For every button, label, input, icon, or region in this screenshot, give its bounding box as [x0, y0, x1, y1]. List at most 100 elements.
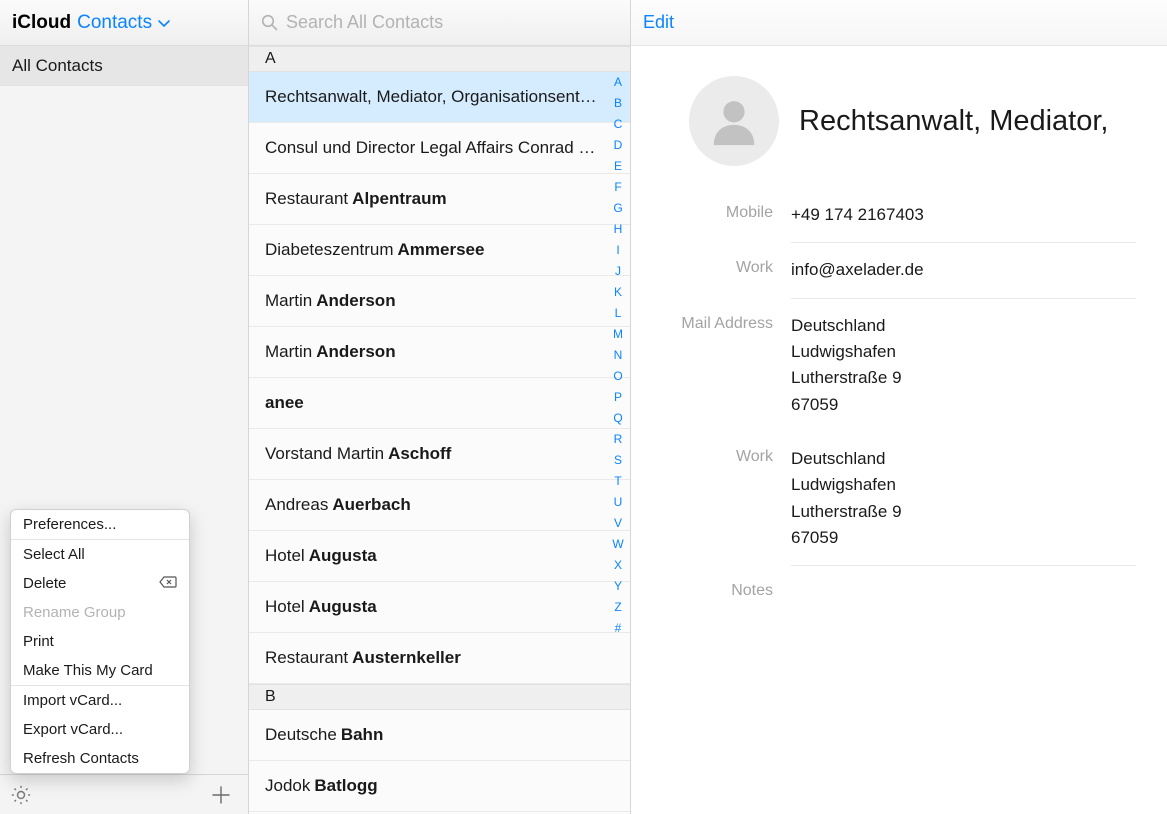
- popup-make-my-card[interactable]: Make This My Card: [11, 656, 189, 685]
- search-icon: [261, 14, 278, 31]
- contact-row[interactable]: HotelAugusta: [249, 531, 630, 582]
- alpha-index-letter[interactable]: R: [614, 433, 623, 445]
- backspace-icon: [159, 575, 177, 592]
- popup-refresh[interactable]: Refresh Contacts: [11, 744, 189, 773]
- contacts-list[interactable]: A Rechtsanwalt, Mediator, Organisationsen…: [249, 46, 630, 814]
- alpha-index-letter[interactable]: E: [614, 160, 622, 172]
- popup-preferences[interactable]: Preferences...: [11, 510, 189, 539]
- contact-row[interactable]: DeutscheBahn: [249, 710, 630, 761]
- sidebar-item-all-contacts[interactable]: All Contacts: [0, 46, 248, 86]
- contact-field-label: Work: [631, 446, 791, 466]
- edit-button[interactable]: Edit: [643, 12, 674, 33]
- contact-row[interactable]: anee: [249, 378, 630, 429]
- alpha-index-letter[interactable]: M: [613, 328, 623, 340]
- contact-field-label: Mobile: [631, 202, 791, 222]
- contact-last-label: Auerbach: [332, 495, 410, 515]
- contact-row[interactable]: RestaurantAusternkeller: [249, 633, 630, 684]
- popup-print[interactable]: Print: [11, 627, 189, 656]
- contact-field-value: Deutschland Ludwigshafen Lutherstraße 9 …: [791, 313, 1167, 432]
- popup-delete[interactable]: Delete: [11, 569, 189, 598]
- contact-field: WorkDeutschland Ludwigshafen Lutherstraß…: [631, 446, 1167, 566]
- contact-name-label: Consul und Director Legal Affairs Conrad…: [265, 138, 595, 158]
- section-header: B: [249, 684, 630, 710]
- contact-row[interactable]: HotelAugusta: [249, 582, 630, 633]
- gear-icon[interactable]: [10, 784, 32, 806]
- alpha-index-letter[interactable]: Z: [614, 601, 621, 613]
- alpha-index-letter[interactable]: T: [614, 475, 621, 487]
- contact-field-value: info@axelader.de: [791, 257, 1136, 298]
- alpha-index-letter[interactable]: A: [614, 76, 622, 88]
- alpha-index-letter[interactable]: #: [615, 622, 622, 634]
- contact-field: Notes: [631, 580, 1167, 600]
- contact-last-label: Bahn: [341, 725, 384, 745]
- popup-item-label: Refresh Contacts: [23, 750, 139, 767]
- alpha-index-letter[interactable]: Y: [614, 580, 622, 592]
- contact-first-label: Martin: [265, 291, 312, 311]
- contact-row[interactable]: JodokBatlogg: [249, 761, 630, 812]
- detail-header: Edit: [631, 0, 1167, 46]
- contact-last-label: Anderson: [316, 291, 395, 311]
- contact-last-label: Aschoff: [388, 444, 451, 464]
- sidebar-title-icloud: iCloud: [12, 12, 71, 34]
- alpha-index-letter[interactable]: U: [614, 496, 623, 508]
- search-bar[interactable]: [249, 0, 630, 46]
- alpha-index-letter[interactable]: W: [612, 538, 623, 550]
- alpha-index-letter[interactable]: I: [616, 244, 619, 256]
- popup-export-vcard[interactable]: Export vCard...: [11, 715, 189, 744]
- contact-row[interactable]: AndreasAuerbach: [249, 480, 630, 531]
- popup-item-label: Select All: [23, 546, 85, 563]
- sidebar-item-label: All Contacts: [12, 56, 103, 76]
- contact-first-label: Andreas: [265, 495, 328, 515]
- contact-row[interactable]: Rechtsanwalt, Mediator, Organisationsent…: [249, 72, 630, 123]
- contact-row[interactable]: MartinAnderson: [249, 327, 630, 378]
- contact-row[interactable]: Vorstand MartinAschoff: [249, 429, 630, 480]
- contact-row[interactable]: DiabeteszentrumAmmersee: [249, 225, 630, 276]
- contact-last-label: Augusta: [309, 597, 377, 617]
- contact-row[interactable]: RestaurantAlpentraum: [249, 174, 630, 225]
- contact-first-label: Jodok: [265, 776, 310, 796]
- alpha-index-letter[interactable]: Q: [613, 412, 622, 424]
- plus-icon[interactable]: [210, 784, 232, 806]
- alpha-index-letter[interactable]: G: [613, 202, 622, 214]
- contact-row[interactable]: MartinAnderson: [249, 276, 630, 327]
- popup-item-label: Import vCard...: [23, 692, 122, 709]
- alpha-index-letter[interactable]: P: [614, 391, 622, 403]
- alpha-index-letter[interactable]: C: [614, 118, 623, 130]
- alpha-index-letter[interactable]: K: [614, 286, 622, 298]
- contact-first-label: Hotel: [265, 597, 305, 617]
- contact-name-label: Rechtsanwalt, Mediator, Organisationsent…: [265, 87, 597, 107]
- alpha-index[interactable]: ABCDEFGHIJKLMNOPQRSTUVWXYZ #: [609, 76, 627, 634]
- contact-field: Workinfo@axelader.de: [631, 257, 1167, 298]
- popup-select-all[interactable]: Select All: [11, 540, 189, 569]
- alpha-index-letter[interactable]: N: [614, 349, 623, 361]
- alpha-index-letter[interactable]: D: [614, 139, 623, 151]
- popup-import-vcard[interactable]: Import vCard...: [11, 686, 189, 715]
- alpha-index-letter[interactable]: F: [614, 181, 621, 193]
- sidebar-header[interactable]: iCloud Contacts: [0, 0, 248, 46]
- alpha-index-letter[interactable]: J: [615, 265, 621, 277]
- detail-body: Rechtsanwalt, Mediator, Mobile+49 174 21…: [631, 46, 1167, 814]
- contact-field-label: Work: [631, 257, 791, 277]
- alpha-index-letter[interactable]: V: [614, 517, 622, 529]
- alpha-index-letter[interactable]: B: [614, 97, 622, 109]
- alpha-index-letter[interactable]: H: [614, 223, 623, 235]
- contact-row[interactable]: Consul und Director Legal Affairs Conrad…: [249, 123, 630, 174]
- sidebar-title-contacts: Contacts: [77, 12, 152, 34]
- contact-name: Rechtsanwalt, Mediator,: [799, 105, 1108, 138]
- alpha-index-letter[interactable]: O: [613, 370, 622, 382]
- contact-name-label: anee: [265, 393, 304, 413]
- contact-last-label: Alpentraum: [352, 189, 446, 209]
- search-input[interactable]: [286, 12, 618, 33]
- contact-first-label: Martin: [265, 342, 312, 362]
- popup-item-label: Delete: [23, 575, 66, 592]
- alpha-index-letter[interactable]: L: [615, 307, 622, 319]
- contact-first-label: Restaurant: [265, 189, 348, 209]
- alpha-index-letter[interactable]: X: [614, 559, 622, 571]
- contact-last-label: Anderson: [316, 342, 395, 362]
- contact-field-value: [791, 580, 1167, 594]
- gear-popup-menu: Preferences... Select All Delete Rename …: [10, 509, 190, 774]
- popup-item-label: Export vCard...: [23, 721, 123, 738]
- contact-last-label: Austernkeller: [352, 648, 461, 668]
- contact-last-label: Ammersee: [398, 240, 485, 260]
- alpha-index-letter[interactable]: S: [614, 454, 622, 466]
